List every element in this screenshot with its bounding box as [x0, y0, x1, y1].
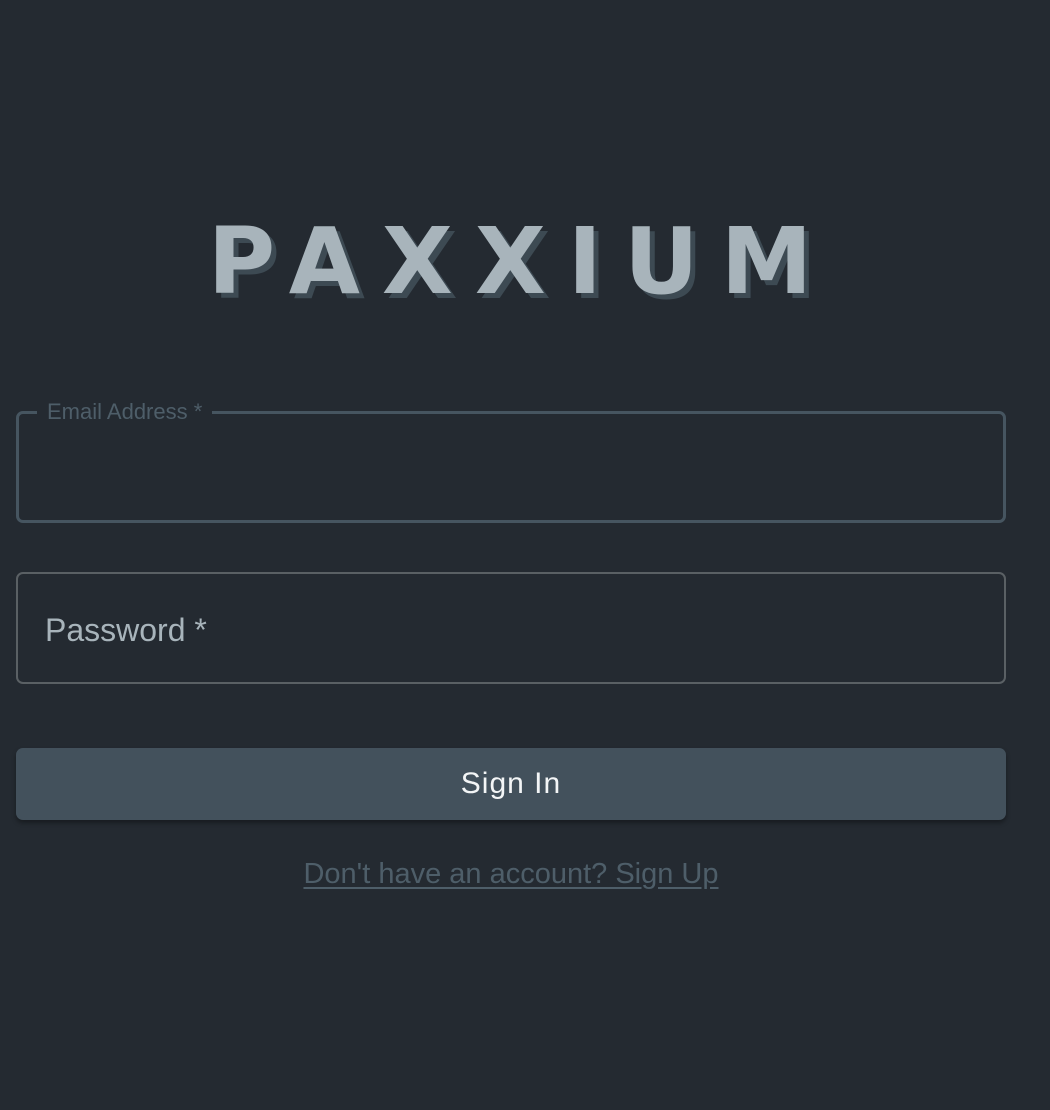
email-input[interactable]: [45, 444, 979, 490]
login-page: PAXXIUM Email Address * Password * Sign …: [0, 0, 1050, 1110]
sign-in-button[interactable]: Sign In: [16, 748, 1006, 820]
password-input[interactable]: [45, 604, 979, 656]
sign-up-link[interactable]: Don't have an account? Sign Up: [16, 856, 1006, 892]
email-field[interactable]: Email Address *: [16, 398, 1006, 523]
email-field-label: Email Address *: [37, 398, 213, 426]
password-field[interactable]: Password *: [16, 572, 1006, 684]
brand-logo: PAXXIUM: [207, 208, 835, 315]
